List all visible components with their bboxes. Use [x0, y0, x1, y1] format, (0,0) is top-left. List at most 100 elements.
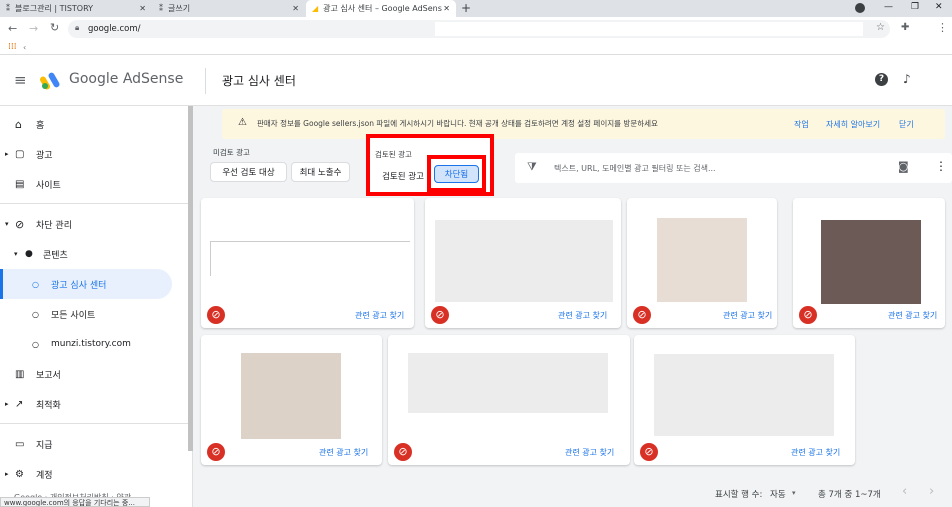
expand-icon: ▸	[5, 150, 9, 158]
blocked-icon[interactable]: ⊘	[394, 443, 412, 461]
blocked-icon[interactable]: ⊘	[431, 306, 449, 324]
restore-icon[interactable]: ❐	[911, 2, 919, 12]
window-close-icon[interactable]: ✕	[935, 2, 943, 12]
related-ads-link[interactable]: 관련 광고 찾기	[558, 310, 607, 321]
forward-icon[interactable]: →	[29, 22, 38, 35]
circle-icon: ○	[32, 339, 39, 349]
sidebar-item-label: 보고서	[36, 370, 61, 381]
sidebar-item-label: 최적화	[36, 400, 61, 411]
collapse-icon: ▾	[14, 250, 18, 258]
blocked-icon[interactable]: ⊘	[207, 306, 225, 324]
sidebar-item-ad-review-center[interactable]: ○ 광고 심사 센터	[0, 269, 172, 299]
hamburger-icon[interactable]: ≡	[14, 71, 27, 89]
address-bar[interactable]: 🔒︎ google.com/ ☆	[68, 20, 890, 38]
more-options-icon[interactable]: ⋮	[935, 159, 947, 173]
url-text: google.com/	[88, 24, 141, 34]
ad-card[interactable]: ⊘ 관련 광고 찾기	[793, 198, 945, 328]
warning-icon: ⚠	[238, 117, 247, 128]
max-impressions-chip[interactable]: 최대 노출수	[291, 162, 350, 182]
sidebar-item-payments[interactable]: ▭ 지급	[0, 429, 190, 459]
dropdown-arrow-icon[interactable]: ▾	[792, 489, 796, 497]
sidebar-item-home[interactable]: ⌂ 홈	[0, 109, 190, 139]
ad-card[interactable]: ⊘ 관련 광고 찾기	[425, 198, 621, 328]
profile-icon[interactable]	[855, 3, 865, 13]
tistory-icon: ⁑	[159, 4, 163, 13]
new-tab-icon[interactable]: +	[461, 1, 471, 15]
learn-more-link[interactable]: 자세히 알아보기	[826, 119, 880, 130]
sidebar-item-label: 계정	[36, 470, 53, 481]
sidebar-item-account[interactable]: ▸ ⚙ 계정	[0, 459, 190, 489]
browser-tab-active[interactable]: ◢ 광고 심사 센터 – Google AdSens ✕	[306, 0, 456, 17]
apps-icon[interactable]: ⁞⁞⁞	[8, 42, 17, 52]
ad-preview	[821, 220, 921, 304]
close-icon[interactable]: ✕	[292, 4, 299, 13]
blocked-icon[interactable]: ⊘	[799, 306, 817, 324]
blocked-icon[interactable]: ⊘	[207, 443, 225, 461]
reviewed-ads-chip[interactable]: 검토된 광고	[374, 166, 432, 186]
related-ads-link[interactable]: 관련 광고 찾기	[565, 447, 614, 458]
next-page-icon[interactable]: ›	[929, 484, 934, 499]
related-ads-link[interactable]: 관련 광고 찾기	[791, 447, 840, 458]
ad-card[interactable]: ⊘ 관련 광고 찾기	[201, 335, 382, 465]
ad-card[interactable]: ⊘ 관련 광고 찾기	[201, 198, 414, 328]
ad-card[interactable]: ⊘ 관련 광고 찾기	[627, 198, 777, 328]
bookmark-chevron-icon[interactable]: ‹	[23, 43, 26, 52]
tab-title: 글쓰기	[168, 4, 191, 13]
minimize-icon[interactable]: —	[884, 2, 893, 12]
sidebar-item-sites[interactable]: ▤ 사이트	[0, 169, 190, 199]
notice-banner: ⚠ 판매자 정보를 Google sellers.json 파일에 게시하시기 …	[222, 109, 945, 139]
ad-card[interactable]: ⊘ 관련 광고 찾기	[388, 335, 630, 465]
browser-toolbar: ← → ↻ 🔒︎ google.com/ ☆ ✚ ⋮	[0, 17, 952, 41]
blocked-icon[interactable]: ⊘	[633, 306, 651, 324]
filter-icon[interactable]: ⧩	[527, 160, 537, 174]
menu-icon[interactable]: ⋮	[937, 21, 948, 34]
gear-icon: ⚙	[15, 468, 24, 480]
close-icon[interactable]: ✕	[443, 4, 450, 13]
related-ads-link[interactable]: 관련 광고 찾기	[888, 310, 937, 321]
prev-page-icon[interactable]: ‹	[902, 484, 907, 499]
sidebar-item-label: 광고 심사 센터	[51, 280, 107, 291]
sidebar-item-site[interactable]: ○ munzi.tistory.com	[0, 329, 190, 359]
browser-tab[interactable]: ⁑ 글쓰기 ✕	[153, 0, 305, 17]
ad-preview	[241, 353, 341, 439]
search-box[interactable]: ⧩ 텍스트, URL, 도메인별 광고 필터링 또는 검색... ◙ ⋮	[515, 153, 952, 183]
search-input[interactable]: 텍스트, URL, 도메인별 광고 필터링 또는 검색...	[554, 163, 716, 174]
notifications-icon[interactable]: ♪	[903, 72, 911, 86]
close-icon[interactable]: ✕	[139, 4, 146, 13]
sidebar-item-content[interactable]: ▾ ● 콘텐츠	[0, 239, 190, 269]
sidebar-item-label: 홈	[36, 120, 45, 131]
lock-icon: 🔒︎	[75, 23, 80, 32]
sidebar-item-label: 광고	[36, 150, 53, 161]
adsense-logo-icon	[40, 72, 60, 90]
page-range: 총 7개 중 1~7개	[818, 490, 881, 500]
main-content: ⚠ 판매자 정보를 Google sellers.json 파일에 게시하시기 …	[193, 106, 952, 507]
related-ads-link[interactable]: 관련 광고 찾기	[723, 310, 772, 321]
rows-per-page-select[interactable]: 자동	[770, 488, 786, 500]
sidebar-item-ads[interactable]: ▸ ▢ 광고	[0, 139, 190, 169]
sidebar-item-optimization[interactable]: ▸ ↗ 최적화	[0, 389, 190, 419]
unreviewed-label: 미검토 광고	[213, 148, 250, 157]
ad-card[interactable]: ⊘ 관련 광고 찾기	[634, 335, 855, 465]
browser-tab[interactable]: ⁑ 블로그관리 | TISTORY ✕	[0, 0, 152, 17]
banner-action-button[interactable]: 작업	[794, 119, 809, 130]
help-icon[interactable]: ?	[875, 73, 888, 86]
blocked-chip[interactable]: 차단됨	[434, 165, 479, 183]
payment-icon: ▭	[15, 438, 25, 450]
circle-icon: ○	[32, 309, 39, 319]
back-icon[interactable]: ←	[8, 22, 17, 35]
blocked-icon[interactable]: ⊘	[640, 443, 658, 461]
related-ads-link[interactable]: 관련 광고 찾기	[355, 310, 404, 321]
reload-icon[interactable]: ↻	[50, 21, 59, 34]
divider	[0, 423, 193, 424]
priority-review-chip[interactable]: 우선 검토 대상	[210, 162, 287, 182]
sidebar-item-all-sites[interactable]: ○ 모든 사이트	[0, 299, 190, 329]
star-icon[interactable]: ☆	[876, 22, 885, 33]
extension-icon[interactable]: ✚	[901, 22, 909, 33]
sidebar-item-block-management[interactable]: ▾ ⊘ 차단 관리	[0, 209, 190, 239]
camera-icon[interactable]: ◙	[898, 160, 909, 173]
collapse-icon: ▾	[5, 220, 9, 228]
related-ads-link[interactable]: 관련 광고 찾기	[319, 447, 368, 458]
dot-icon: ●	[25, 249, 33, 259]
sidebar-item-reports[interactable]: ▥ 보고서	[0, 359, 190, 389]
dismiss-button[interactable]: 닫기	[899, 119, 914, 130]
